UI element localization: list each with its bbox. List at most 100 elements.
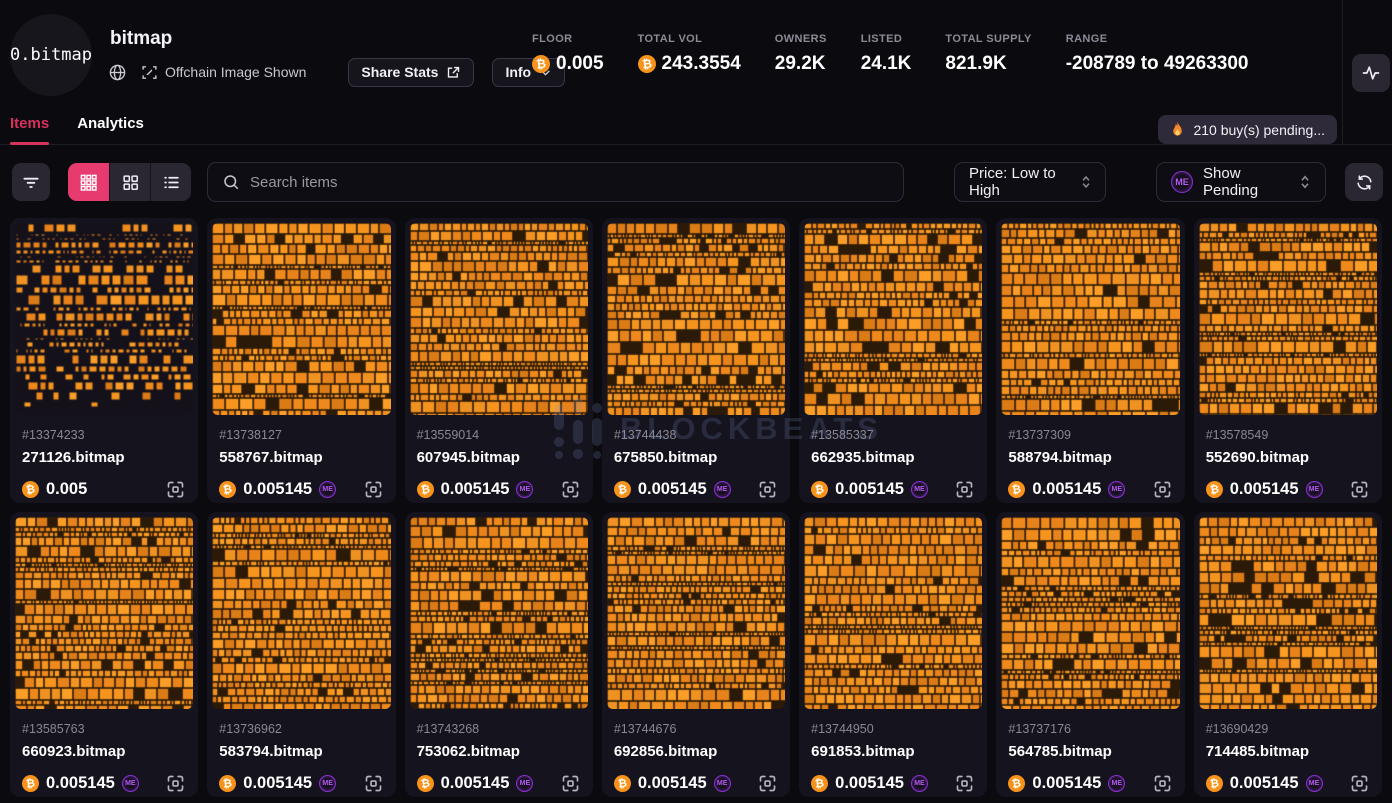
scan-button[interactable] [1152,479,1173,500]
me-pending-icon: ME [714,775,731,792]
me-pending-icon: ME [319,775,336,792]
card-id: #13743268 [417,722,581,736]
scan-button[interactable] [757,773,778,794]
card-price: 0.005145 [441,774,510,793]
item-card[interactable]: #13585763 660923.bitmap ₿ 0.005145 ME [10,512,198,797]
card-name: 607945.bitmap [417,449,581,466]
scan-button[interactable] [1152,773,1173,794]
scan-icon [363,479,384,500]
globe-icon[interactable] [108,63,127,82]
card-price: 0.005145 [638,480,707,499]
item-card[interactable]: #13585337 662935.bitmap ₿ 0.005145 ME [799,218,987,503]
stat-label: TOTAL VOL [638,33,741,45]
item-card[interactable]: #13744950 691853.bitmap ₿ 0.005145 ME [799,512,987,797]
card-id: #13737309 [1008,428,1172,442]
stat-value: 29.2K [775,53,826,75]
view-toggle-group [68,163,191,201]
pending-filter-select[interactable]: ME Show Pending [1156,162,1326,202]
btc-icon: ₿ [1007,480,1026,499]
stat-value: 821.9K [945,53,1006,75]
card-id: #13578549 [1206,428,1370,442]
stat-label: OWNERS [775,33,827,45]
me-pending-icon: ME [1108,775,1125,792]
info-label: Info [505,64,531,80]
sort-select[interactable]: Price: Low to High [954,162,1106,202]
scan-icon [165,773,186,794]
card-name: 753062.bitmap [417,743,581,760]
me-pending-icon: ME [319,481,336,498]
item-card[interactable]: #13737176 564785.bitmap ₿ 0.005145 ME [996,512,1184,797]
btc-icon: ₿ [21,774,40,793]
scan-button[interactable] [363,773,384,794]
search-input[interactable] [250,174,889,191]
item-card[interactable]: #13743268 753062.bitmap ₿ 0.005145 ME [405,512,593,797]
scan-icon [1349,479,1370,500]
card-id: #13737176 [1008,722,1172,736]
refresh-button[interactable] [1345,163,1383,201]
search-box [207,162,904,202]
bitmap-thumbnail [15,517,193,709]
view-list-button[interactable] [150,163,191,201]
card-name: 691853.bitmap [811,743,975,760]
scan-button[interactable] [1349,479,1370,500]
card-price: 0.005145 [638,774,707,793]
card-id: #13585337 [811,428,975,442]
btc-icon: ₿ [1205,480,1224,499]
card-id: #13585763 [22,722,186,736]
item-card[interactable]: #13374233 271126.bitmap ₿ 0.005 [10,218,198,503]
bitmap-thumbnail [607,223,785,415]
pending-buys-badge[interactable]: 210 buy(s) pending... [1158,115,1337,144]
scan-icon [757,479,778,500]
scan-button[interactable] [560,479,581,500]
scan-button[interactable] [954,479,975,500]
stat-label: RANGE [1066,33,1249,45]
item-card[interactable]: #13744676 692856.bitmap ₿ 0.005145 ME [602,512,790,797]
tab-analytics[interactable]: Analytics [77,115,144,144]
item-card[interactable]: #13736962 583794.bitmap ₿ 0.005145 ME [207,512,395,797]
item-card[interactable]: #13559014 607945.bitmap ₿ 0.005145 ME [405,218,593,503]
item-card[interactable]: #13578549 552690.bitmap ₿ 0.005145 ME [1194,218,1382,503]
bitmap-thumbnail [1001,223,1179,415]
pulse-icon [1361,63,1381,83]
item-card[interactable]: #13690429 714485.bitmap ₿ 0.005145 ME [1194,512,1382,797]
stat-block: LISTED 24.1K [861,33,912,75]
stat-label: FLOOR [532,33,604,45]
item-card[interactable]: #13738127 558767.bitmap ₿ 0.005145 ME [207,218,395,503]
refresh-icon [1355,173,1374,192]
grid-2x2-icon [121,173,140,192]
scan-button[interactable] [363,479,384,500]
offchain-toggle[interactable]: Offchain Image Shown [141,64,306,81]
item-card[interactable]: #13737309 588794.bitmap ₿ 0.005145 ME [996,218,1184,503]
scan-icon [1152,773,1173,794]
view-large-grid-button[interactable] [109,163,150,201]
bitmap-thumbnail [410,517,588,709]
btc-icon: ₿ [531,54,551,74]
scan-button[interactable] [1349,773,1370,794]
tab-items[interactable]: Items [10,115,49,144]
card-name: 583794.bitmap [219,743,383,760]
scan-button[interactable] [165,773,186,794]
item-card[interactable]: #13744438 675850.bitmap ₿ 0.005145 ME [602,218,790,503]
stat-value: 0.005 [556,53,604,75]
bitmap-thumbnail [804,223,982,415]
share-stats-button[interactable]: Share Stats [348,58,474,87]
scan-icon [363,773,384,794]
card-id: #13738127 [219,428,383,442]
scan-icon [1349,773,1370,794]
stat-value: -208789 to 49263300 [1066,53,1249,75]
card-id: #13736962 [219,722,383,736]
bitmap-thumbnail [212,223,390,415]
activity-button[interactable] [1352,54,1390,92]
scan-button[interactable] [757,479,778,500]
stat-label: TOTAL SUPPLY [945,33,1031,45]
btc-icon: ₿ [613,774,632,793]
filter-icon [21,172,41,192]
filter-button[interactable] [12,163,50,201]
bitmap-thumbnail [1199,517,1377,709]
collection-avatar[interactable]: 0.bitmap [10,14,92,96]
scan-button[interactable] [560,773,581,794]
scan-button[interactable] [954,773,975,794]
scan-button[interactable] [165,479,186,500]
search-icon [222,173,240,191]
view-small-grid-button[interactable] [68,163,109,201]
